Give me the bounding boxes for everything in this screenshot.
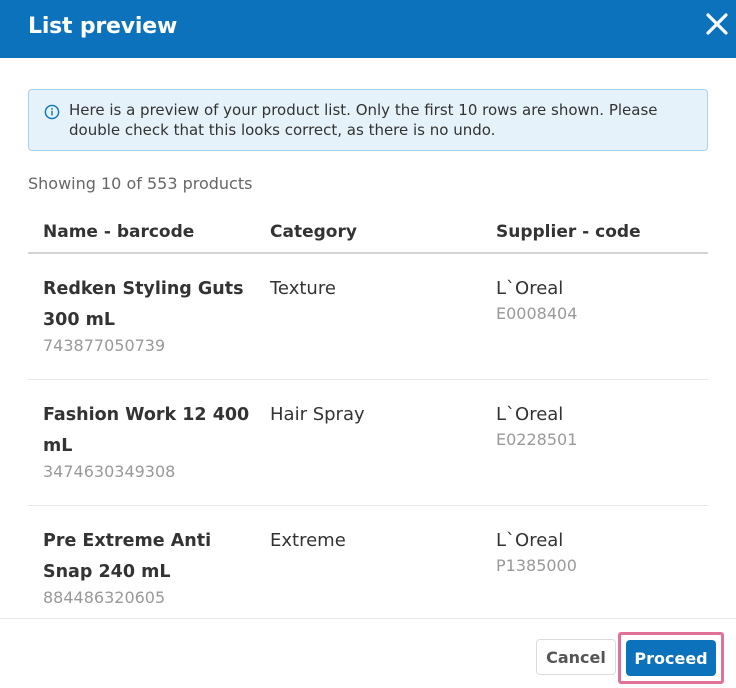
product-name: Fashion Work 12 400 mL (43, 405, 250, 456)
supplier-code: E0008404 (496, 304, 578, 323)
info-message: Here is a preview of your product list. … (69, 101, 658, 139)
product-barcode: 884486320605 (43, 588, 166, 607)
column-header-supplier: Supplier - code (496, 222, 641, 242)
product-name: Redken Styling Guts 300 mL (43, 279, 244, 330)
product-category: Texture (270, 278, 336, 299)
supplier-code: P1385000 (496, 556, 577, 575)
dialog-body: Here is a preview of your product list. … (0, 58, 736, 618)
dialog-footer: Cancel Proceed (0, 618, 736, 688)
product-barcode: 3474630349308 (43, 462, 176, 481)
column-header-category: Category (270, 222, 357, 242)
dialog-header: List preview (0, 0, 736, 58)
product-supplier: L`Oreal (496, 278, 564, 299)
info-icon (44, 104, 60, 120)
table-row: Redken Styling Guts 300 mL 743877050739 … (28, 254, 708, 380)
cancel-button[interactable]: Cancel (536, 639, 616, 675)
product-category: Hair Spray (270, 404, 365, 425)
dialog-title: List preview (28, 14, 178, 39)
proceed-button[interactable]: Proceed (626, 640, 716, 676)
proceed-highlight: Proceed (618, 632, 724, 684)
column-header-name: Name - barcode (43, 222, 195, 242)
table-row: Fashion Work 12 400 mL 3474630349308 Hai… (28, 380, 708, 506)
product-name: Pre Extreme Anti Snap 240 mL (43, 531, 212, 582)
supplier-code: E0228501 (496, 430, 578, 449)
info-alert: Here is a preview of your product list. … (28, 89, 708, 151)
product-barcode: 743877050739 (43, 336, 166, 355)
product-supplier: L`Oreal (496, 530, 564, 551)
table-row: Pre Extreme Anti Snap 240 mL 88448632060… (28, 506, 708, 618)
product-supplier: L`Oreal (496, 404, 564, 425)
product-category: Extreme (270, 530, 346, 551)
preview-table: Name - barcode Category Supplier - code … (28, 216, 708, 618)
product-count: Showing 10 of 553 products (28, 174, 253, 193)
table-header: Name - barcode Category Supplier - code (28, 216, 708, 254)
close-icon[interactable] (704, 11, 730, 37)
